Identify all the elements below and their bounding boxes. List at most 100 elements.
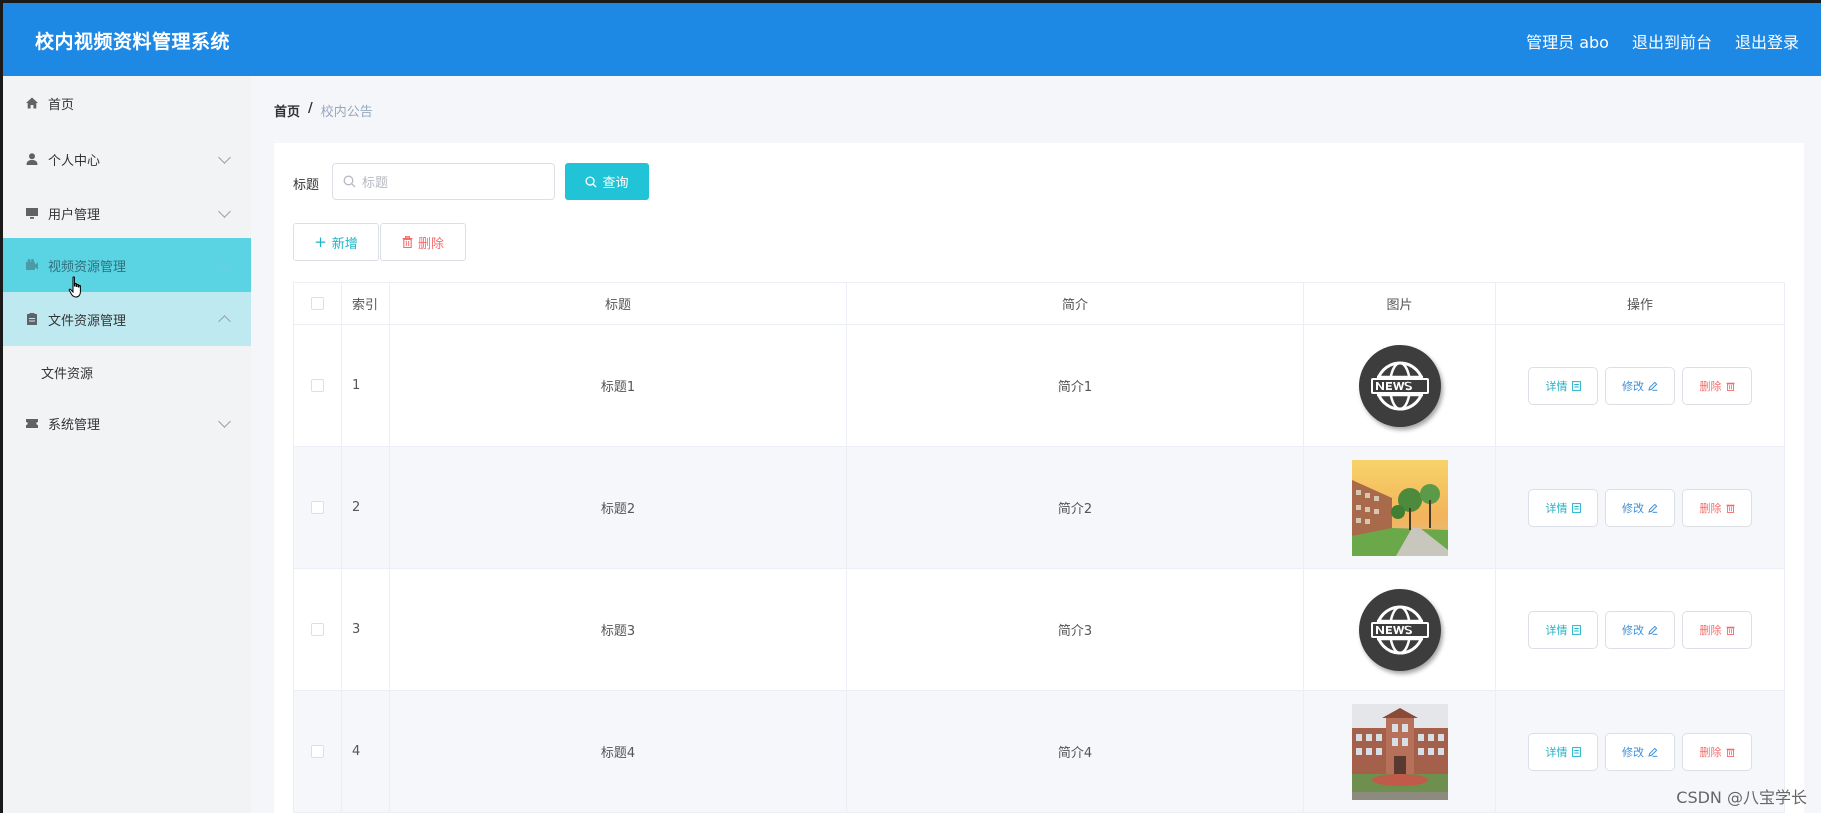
globe-news-icon: [1370, 605, 1429, 654]
edit-button[interactable]: 修改: [1605, 732, 1675, 771]
edit-label: 修改: [1622, 379, 1644, 393]
column-header-desc: 简介: [847, 283, 1304, 324]
delete-button-label: 删除: [417, 236, 444, 252]
sidebar-item-system-management[interactable]: 系统管理: [3, 396, 251, 450]
edit-label: 修改: [1622, 745, 1644, 759]
sidebar-item-personal-center[interactable]: 个人中心: [3, 132, 251, 186]
pencil-icon: [1648, 503, 1658, 513]
detail-button[interactable]: 详情: [1528, 488, 1598, 527]
clipboard-icon: [27, 313, 37, 325]
video-icon: [26, 259, 38, 270]
chevron-down-icon: [218, 205, 231, 218]
exit-to-frontend-link[interactable]: 退出到前台: [1632, 29, 1712, 53]
sidebar-item-label: 文件资源管理: [48, 313, 127, 329]
query-button[interactable]: 查询: [565, 163, 649, 200]
pencil-icon: [1648, 747, 1658, 757]
delete-button[interactable]: 删除: [1682, 366, 1752, 405]
hand-pointer-cursor-icon: [68, 276, 81, 298]
sidebar-item-video-management[interactable]: 视频资源管理: [3, 238, 251, 292]
trash-icon: [1725, 382, 1735, 391]
column-header-index: 索引: [342, 283, 390, 324]
content-panel: 标题 标题 查询 + 新增 删除 索引 标题 简介 图片 操作 1 标题1 简介…: [274, 143, 1804, 813]
row-checkbox[interactable]: [311, 745, 324, 758]
edit-label: 修改: [1622, 623, 1644, 637]
chevron-down-icon: [218, 415, 231, 428]
add-button-label: 新增: [331, 236, 358, 252]
column-header-title: 标题: [390, 283, 847, 324]
chevron-down-icon: [218, 257, 231, 270]
detail-button[interactable]: 详情: [1528, 610, 1598, 649]
edit-button[interactable]: 修改: [1605, 488, 1675, 527]
select-all-checkbox[interactable]: [311, 297, 324, 310]
pencil-icon: [1648, 625, 1658, 635]
search-icon: [585, 175, 598, 188]
row-title: 标题4: [390, 691, 847, 812]
document-icon: [1571, 502, 1581, 513]
column-header-actions: 操作: [1626, 298, 1653, 313]
detail-label: 详情: [1545, 745, 1568, 759]
campus-building-photo[interactable]: [1351, 703, 1448, 800]
news-logo-image[interactable]: [1358, 344, 1441, 427]
trash-icon: [1725, 504, 1735, 513]
edit-label: 修改: [1622, 501, 1644, 515]
globe-news-icon: [1370, 361, 1429, 410]
main-content: 首页 / 校内公告 标题 标题 查询 + 新增 删除 索引 标题 简介 图片 操…: [251, 76, 1821, 813]
row-desc: 简介4: [847, 691, 1304, 812]
logout-link[interactable]: 退出登录: [1735, 29, 1799, 53]
breadcrumb-home[interactable]: 首页: [274, 101, 300, 120]
monitor-icon: [26, 208, 38, 219]
add-button[interactable]: + 新增: [293, 223, 379, 261]
detail-button[interactable]: 详情: [1528, 366, 1598, 405]
edit-button[interactable]: 修改: [1605, 366, 1675, 405]
news-logo-image[interactable]: [1358, 588, 1441, 671]
row-checkbox[interactable]: [311, 501, 324, 514]
row-checkbox[interactable]: [311, 623, 324, 636]
detail-label: 详情: [1545, 379, 1568, 393]
detail-label: 详情: [1545, 623, 1568, 637]
detail-button[interactable]: 详情: [1528, 732, 1598, 771]
edit-button[interactable]: 修改: [1605, 610, 1675, 649]
document-icon: [1571, 380, 1581, 391]
table-row: 1 标题1 简介1 详情 修改 删除: [294, 325, 1784, 447]
breadcrumb-separator: /: [308, 101, 313, 116]
chevron-down-icon: [218, 151, 231, 164]
top-header: 校内视频资料管理系统 管理员 abo 退出到前台 退出登录: [3, 3, 1821, 76]
search-icon: [343, 175, 356, 188]
sidebar-item-user-management[interactable]: 用户管理: [3, 186, 251, 240]
detail-label: 详情: [1545, 501, 1568, 515]
delete-label: 删除: [1699, 623, 1722, 637]
sidebar-item-label: 用户管理: [48, 207, 101, 223]
row-index: 3: [342, 569, 390, 690]
table-row: 3 标题3 简介3 详情 修改 删除: [294, 569, 1784, 691]
row-title: 标题3: [390, 569, 847, 690]
delete-label: 删除: [1699, 379, 1722, 393]
delete-button[interactable]: 删除: [1682, 488, 1752, 527]
row-checkbox[interactable]: [311, 379, 324, 392]
batch-delete-button[interactable]: 删除: [380, 223, 466, 261]
submenu-item-label: 文件资源: [41, 366, 94, 382]
campus-road-photo[interactable]: [1351, 459, 1448, 556]
ticket-icon: [26, 419, 38, 428]
document-icon: [1571, 624, 1581, 635]
sidebar-item-label: 首页: [48, 97, 75, 113]
submenu-item-file-resource[interactable]: 文件资源: [3, 346, 251, 398]
query-button-label: 查询: [602, 176, 629, 191]
search-input[interactable]: 标题: [332, 163, 555, 200]
sidebar-item-home[interactable]: 首页: [3, 76, 251, 130]
delete-button[interactable]: 删除: [1682, 610, 1752, 649]
home-icon: [26, 97, 38, 109]
delete-button[interactable]: 删除: [1682, 732, 1752, 771]
breadcrumb-current: 校内公告: [320, 105, 373, 120]
row-desc: 简介1: [847, 325, 1304, 446]
row-desc: 简介3: [847, 569, 1304, 690]
search-placeholder: 标题: [362, 176, 389, 191]
trash-icon: [402, 236, 413, 248]
app-title: 校内视频资料管理系统: [35, 31, 231, 53]
delete-label: 删除: [1699, 745, 1722, 759]
document-icon: [1571, 746, 1581, 757]
sidebar-item-file-management[interactable]: 文件资源管理: [3, 292, 251, 346]
admin-user-link[interactable]: 管理员 abo: [1526, 29, 1609, 53]
sidebar: 首页 个人中心 用户管理 视频资源管理 文件资源管理 文件资源 系统管理: [3, 76, 251, 813]
delete-label: 删除: [1699, 501, 1722, 515]
sidebar-item-label: 个人中心: [48, 153, 101, 169]
